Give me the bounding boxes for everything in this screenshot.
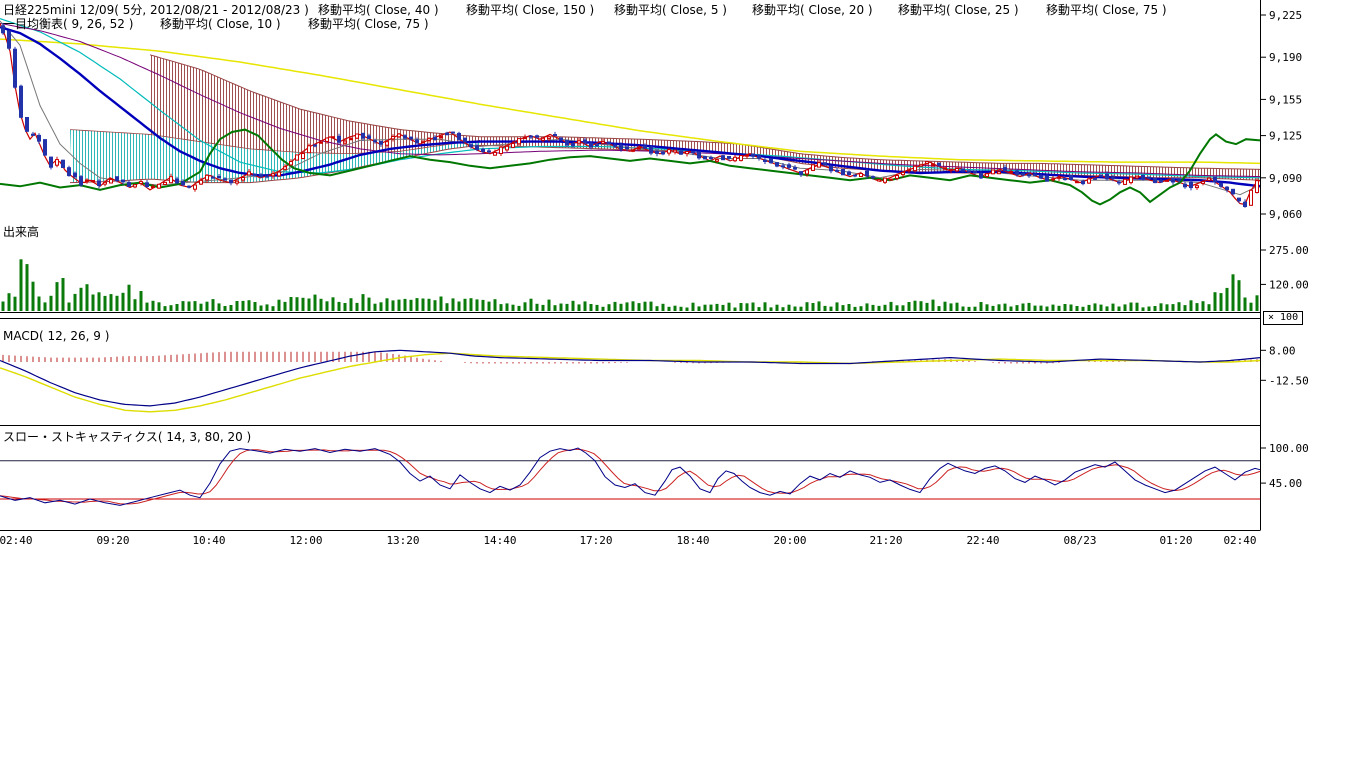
axis-tick-label: 9,225 xyxy=(1269,9,1302,22)
macd-pane-label: MACD( 12, 26, 9 ) xyxy=(3,329,109,343)
x-axis-tick-label: 08/23 xyxy=(1063,534,1096,547)
stochastics-pane xyxy=(0,448,1260,505)
chart-window: 9,225 9,190 9,155 9,125 9,090 9,060 275.00 120.… xyxy=(0,0,1366,768)
x-axis-tick-label: 21:20 xyxy=(869,534,902,547)
stoch-pane-label: スロー・ストキャスティクス( 14, 3, 80, 20 ) xyxy=(3,428,251,445)
axis-tick-label: 45.00 xyxy=(1269,477,1302,490)
axis-tick-label: 120.00 xyxy=(1269,278,1309,291)
x-axis-tick-label: 20:00 xyxy=(773,534,806,547)
stoch-k-line xyxy=(0,448,1260,505)
volume-pane-label: 出来高 xyxy=(3,223,39,240)
x-axis-tick-label: 14:40 xyxy=(483,534,516,547)
ichimoku-cloud xyxy=(70,55,1260,183)
x-axis-tick-label: 10:40 xyxy=(192,534,225,547)
axis-tick-label: 9,155 xyxy=(1269,93,1302,106)
macd-histogram-layer xyxy=(3,352,1257,364)
x-axis-tick-label: 02:40 xyxy=(0,534,33,547)
chart-canvas[interactable]: 9,225 9,190 9,155 9,125 9,090 9,060 275.00 120.… xyxy=(0,0,1366,560)
axis-tick-label: 100.00 xyxy=(1269,442,1309,455)
x-axis-tick-label: 12:00 xyxy=(289,534,322,547)
axis-tick-label: 9,060 xyxy=(1269,208,1302,221)
x-axis-tick-label: 17:20 xyxy=(579,534,612,547)
stoch-d-line xyxy=(0,449,1260,504)
x-axis-tick-label: 02:40 xyxy=(1223,534,1256,547)
x-axis-tick-label: 22:40 xyxy=(966,534,999,547)
x-axis-tick-label: 13:20 xyxy=(386,534,419,547)
axis-tick-label: 8.00 xyxy=(1269,344,1296,357)
axis-tick-label: 9,090 xyxy=(1269,172,1302,185)
volume-bars-layer xyxy=(2,259,1259,311)
x-axis-tick-label: 18:40 xyxy=(676,534,709,547)
x-axis-tick-label: 09:20 xyxy=(96,534,129,547)
axis-tick-label: 9,190 xyxy=(1269,51,1302,64)
axis-tick-label: -12.50 xyxy=(1269,374,1309,387)
axis-tick-label: 275.00 xyxy=(1269,244,1309,257)
axis-tick-label: 9,125 xyxy=(1269,130,1302,143)
x-axis-tick-label: 01:20 xyxy=(1159,534,1192,547)
volume-multiplier-badge: × 100 xyxy=(1263,311,1303,325)
